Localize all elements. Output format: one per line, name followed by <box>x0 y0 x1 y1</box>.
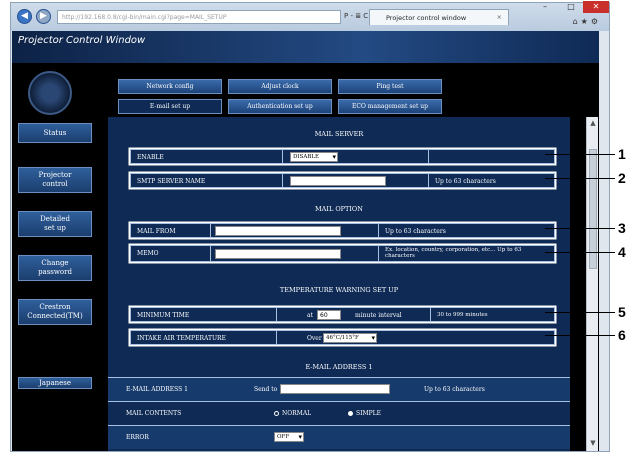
app-header: Projector Control Window <box>12 31 599 63</box>
forward-button[interactable]: ▶ <box>36 9 51 24</box>
tab-eco-management-setup[interactable]: ECO management set up <box>338 99 442 114</box>
email1-normal-radio[interactable]: NORMAL <box>274 410 311 417</box>
temperature-title: TEMPERATURE WARNING SET UP <box>279 286 399 294</box>
email1-simple-label: SIMPLE <box>356 410 382 417</box>
enable-label: ENABLE <box>131 150 283 163</box>
tab-adjust-clock[interactable]: Adjust clock <box>228 79 332 94</box>
minimum-time-prefix: at <box>307 312 313 319</box>
projector-app: Projector Control Window Status Projecto… <box>12 31 599 451</box>
intake-air-label: INTAKE AIR TEMPERATURE <box>131 331 277 344</box>
sidebar-detailed-setup-button[interactable]: Detailed set up <box>18 211 92 237</box>
mail-server-title: MAIL SERVER <box>314 130 364 138</box>
memo-row: MEMO Ex. location, country, corporation,… <box>130 245 555 262</box>
search-refresh-icons[interactable]: P - ≣ C <box>344 12 368 20</box>
email-setup-panel: MAIL SERVER ENABLE DISABLE SMTP SERVER N… <box>108 117 570 451</box>
callout-line-6 <box>545 335 615 336</box>
callout-line-1 <box>545 154 615 155</box>
browser-window: ◀ ▶ http://192.168.0.8/cgi-bin/main.cgi?… <box>10 1 610 452</box>
minimum-time-unit: minute interval <box>355 312 402 319</box>
tab-email-setup[interactable]: E-mail set up <box>118 99 222 114</box>
back-button[interactable]: ◀ <box>17 9 32 24</box>
callout-3: 3 <box>618 220 626 236</box>
email1-error-row: ERROR OFF <box>108 425 570 449</box>
sidebar-language-button[interactable]: Japanese <box>18 377 92 389</box>
sidebar-change-password-button[interactable]: Change password <box>18 255 92 281</box>
mail-from-hint: Up to 63 characters <box>385 228 446 235</box>
enable-select[interactable]: DISABLE <box>290 152 338 162</box>
callout-2: 2 <box>618 170 626 186</box>
scroll-thumb[interactable] <box>589 149 597 269</box>
email1-error-label: ERROR <box>126 434 149 441</box>
smtp-hint: Up to 63 characters <box>435 178 496 185</box>
sidebar-crestron-button[interactable]: Crestron Connected(TM) <box>18 299 92 325</box>
minimum-time-value-cell: at 60 minute interval <box>277 308 431 321</box>
scroll-up-icon[interactable]: ▲ <box>587 119 599 127</box>
memo-input[interactable] <box>215 249 341 259</box>
smtp-row: SMTP SERVER NAME Up to 63 characters <box>130 173 555 188</box>
enable-spare-cell <box>429 150 556 163</box>
mail-from-value-cell <box>211 224 379 237</box>
callout-6: 6 <box>618 327 626 343</box>
email1-error-select[interactable]: OFF <box>274 432 304 442</box>
mail-option-title: MAIL OPTION <box>315 205 363 213</box>
tab-title: Projector control window <box>386 14 467 22</box>
memo-hint: Ex. location, country, corporation, etc.… <box>385 247 522 259</box>
callout-line-3 <box>545 228 615 229</box>
radio-simple-icon <box>348 411 353 416</box>
mail-from-row: MAIL FROM Up to 63 characters <box>130 223 555 238</box>
minimum-time-row: MINIMUM TIME at 60 minute interval 30 to… <box>130 307 555 322</box>
sidebar-status-button[interactable]: Status <box>18 123 92 143</box>
minimum-time-label: MINIMUM TIME <box>131 308 277 321</box>
browser-titlebar: ◀ ▶ http://192.168.0.8/cgi-bin/main.cgi?… <box>11 1 609 31</box>
radio-normal-icon <box>274 411 279 416</box>
sidebar-projector-control-button[interactable]: Projector control <box>18 167 92 193</box>
mail-from-label: MAIL FROM <box>131 224 211 237</box>
smtp-server-input[interactable] <box>290 176 386 186</box>
email1-normal-label: NORMAL <box>282 410 312 417</box>
email1-address-label: E-MAIL ADDRESS 1 <box>126 386 188 393</box>
email1-contents-label: MAIL CONTENTS <box>126 410 182 417</box>
minimize-icon[interactable]: – <box>533 1 557 13</box>
enable-row: ENABLE DISABLE <box>130 149 555 164</box>
callout-line-2 <box>545 178 615 179</box>
email1-contents-row: MAIL CONTENTS NORMAL SIMPLE <box>108 401 570 425</box>
callout-line-5 <box>545 312 615 313</box>
intake-air-select[interactable]: 46°C/115°F <box>323 333 377 343</box>
email1-address-input[interactable] <box>280 384 390 394</box>
tab-close-icon[interactable]: × <box>497 13 502 21</box>
memo-label: MEMO <box>131 246 211 261</box>
callout-4: 4 <box>618 244 626 260</box>
minimum-time-hint: 30 to 999 minutes <box>437 312 488 318</box>
tab-ping-test[interactable]: Ping test <box>338 79 442 94</box>
intake-air-prefix: Over <box>307 335 322 342</box>
callout-5: 5 <box>618 304 626 320</box>
memo-value-cell <box>211 246 379 261</box>
smtp-value-cell <box>283 174 429 187</box>
email1-title: E-MAIL ADDRESS 1 <box>305 363 373 371</box>
enable-value-cell: DISABLE <box>283 150 429 163</box>
smtp-label: SMTP SERVER NAME <box>131 174 283 187</box>
tab-network-config[interactable]: Network config <box>118 79 222 94</box>
projector-logo-icon <box>28 71 72 115</box>
close-icon[interactable]: ✕ <box>583 1 609 13</box>
browser-tools-icons[interactable]: ⌂★⚙ <box>573 17 601 26</box>
callout-1: 1 <box>618 146 626 162</box>
vertical-scrollbar[interactable]: ▲ ▼ <box>586 117 598 451</box>
mail-from-input[interactable] <box>215 226 341 236</box>
callout-line-4 <box>545 252 615 253</box>
intake-air-value-cell: Over 46°C/115°F <box>277 331 556 344</box>
app-title: Projector Control Window <box>18 35 146 46</box>
address-bar[interactable]: http://192.168.0.8/cgi-bin/main.cgi?page… <box>57 10 341 24</box>
email1-address-row: E-MAIL ADDRESS 1 Send to Up to 63 charac… <box>108 377 570 401</box>
tab-authentication-setup[interactable]: Authentication set up <box>228 99 332 114</box>
browser-tab[interactable]: Projector control window × <box>369 9 509 25</box>
email1-address-prefix: Send to <box>254 386 278 393</box>
scroll-down-icon[interactable]: ▼ <box>587 439 599 447</box>
intake-air-row: INTAKE AIR TEMPERATURE Over 46°C/115°F <box>130 330 555 345</box>
minimum-time-input[interactable]: 60 <box>317 310 341 320</box>
maximize-icon[interactable]: □ <box>559 1 583 13</box>
email1-address-hint: Up to 63 characters <box>424 386 485 393</box>
email1-simple-radio[interactable]: SIMPLE <box>348 410 381 417</box>
